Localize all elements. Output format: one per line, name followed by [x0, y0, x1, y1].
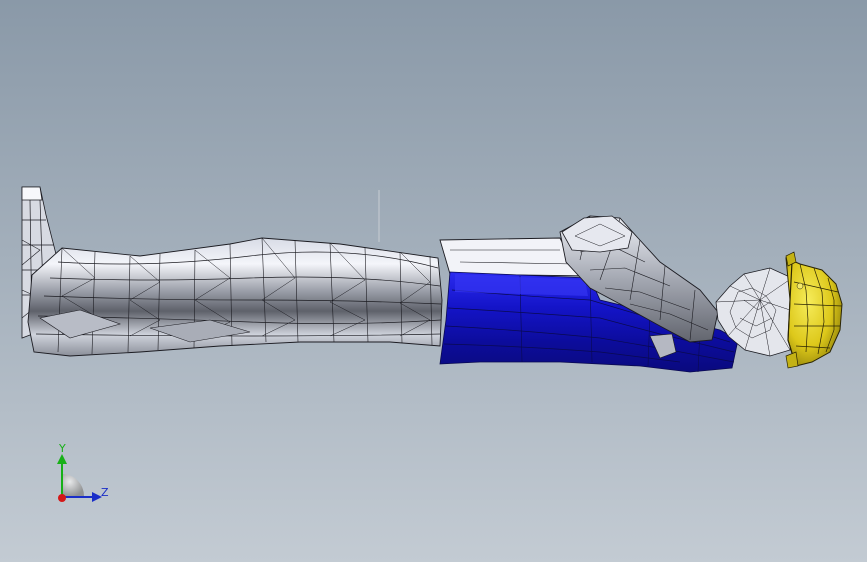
triad-z-label: Z — [101, 486, 109, 499]
triad-sphere-quadrant — [62, 474, 84, 496]
triad-x-axis-dot — [58, 494, 66, 502]
3d-viewport[interactable]: Y Z — [0, 0, 867, 562]
triad-y-arrow — [57, 454, 67, 464]
model-view[interactable] — [0, 0, 867, 562]
legs — [27, 237, 443, 357]
helmet — [785, 251, 843, 369]
triad-y-label: Y — [59, 442, 66, 455]
